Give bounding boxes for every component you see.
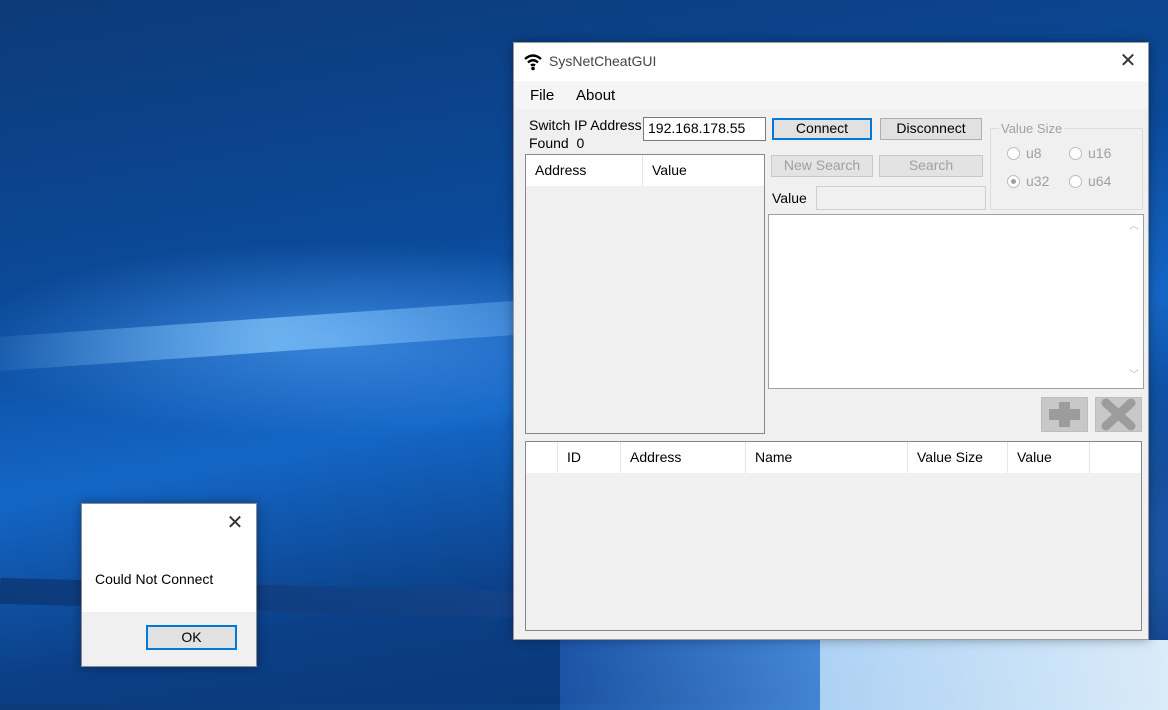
radio-u32-label: u32 [1026, 173, 1050, 189]
remove-cheat-button[interactable] [1095, 397, 1142, 432]
radio-u32[interactable]: u32 [1007, 173, 1049, 189]
wallpaper-floor-dark [560, 640, 820, 710]
column-value[interactable]: Value [1008, 442, 1090, 473]
connect-button[interactable]: Connect [772, 118, 872, 140]
column-filler [1090, 442, 1141, 473]
menu-bar: File About [514, 81, 1148, 109]
new-search-button[interactable]: New Search [771, 155, 873, 177]
window-title: SysNetCheatGUI [549, 53, 657, 69]
radio-u64[interactable]: u64 [1069, 173, 1111, 189]
radio-circle [1007, 147, 1020, 160]
value-size-group: Value Size u8 u16 u32 u64 [990, 121, 1143, 210]
value-size-legend: Value Size [999, 121, 1065, 136]
found-text: Found [529, 135, 569, 151]
results-header: Address Value [526, 155, 764, 186]
scroll-up-icon[interactable]: ︿ [1128, 221, 1140, 233]
title-bar[interactable]: SysNetCheatGUI ✕ [514, 43, 1148, 81]
dialog-footer: OK [82, 612, 256, 666]
scroll-down-icon[interactable]: ﹀ [1128, 370, 1140, 382]
column-value-size[interactable]: Value Size [908, 442, 1008, 473]
disconnect-button[interactable]: Disconnect [880, 118, 982, 140]
radio-u8[interactable]: u8 [1007, 145, 1042, 161]
wifi-icon [524, 54, 542, 71]
column-name[interactable]: Name [746, 442, 908, 473]
ok-button[interactable]: OK [146, 625, 237, 650]
output-textarea[interactable]: ︿ ﹀ [768, 214, 1144, 389]
column-check[interactable] [526, 442, 558, 473]
cheats-list[interactable]: ID Address Name Value Size Value [525, 441, 1142, 631]
dialog-message: Could Not Connect [95, 571, 214, 587]
value-label: Value [772, 190, 807, 206]
x-icon [1101, 398, 1136, 431]
plus-icon [1049, 402, 1080, 427]
radio-u8-label: u8 [1026, 145, 1042, 161]
radio-circle-selected [1007, 175, 1020, 188]
radio-u16-label: u16 [1088, 145, 1112, 161]
radio-circle [1069, 147, 1082, 160]
cheats-header: ID Address Name Value Size Value [526, 442, 1141, 473]
add-cheat-button[interactable] [1041, 397, 1088, 432]
radio-circle [1069, 175, 1082, 188]
search-value-input[interactable] [816, 186, 986, 210]
column-address[interactable]: Address [621, 442, 746, 473]
menu-file[interactable]: File [530, 87, 554, 104]
radio-u64-label: u64 [1088, 173, 1112, 189]
column-value[interactable]: Value [643, 155, 764, 186]
wallpaper-floor-light [820, 640, 1168, 710]
close-icon[interactable]: ✕ [1116, 49, 1140, 73]
error-dialog: ✕ Could Not Connect OK [81, 503, 257, 667]
menu-about[interactable]: About [576, 87, 615, 104]
close-icon[interactable]: ✕ [224, 512, 246, 534]
radio-u16[interactable]: u16 [1069, 145, 1111, 161]
found-label: Found 0 [529, 135, 584, 151]
search-button[interactable]: Search [879, 155, 983, 177]
main-window: SysNetCheatGUI ✕ File About Switch IP Ad… [513, 42, 1149, 640]
ip-address-input[interactable]: 192.168.178.55 [643, 117, 766, 141]
ip-address-label: Switch IP Address [529, 117, 642, 133]
column-id[interactable]: ID [558, 442, 621, 473]
wallpaper-light-beam [0, 296, 581, 374]
found-count: 0 [576, 135, 585, 151]
search-results-list[interactable]: Address Value [525, 154, 765, 434]
column-address[interactable]: Address [526, 155, 643, 186]
